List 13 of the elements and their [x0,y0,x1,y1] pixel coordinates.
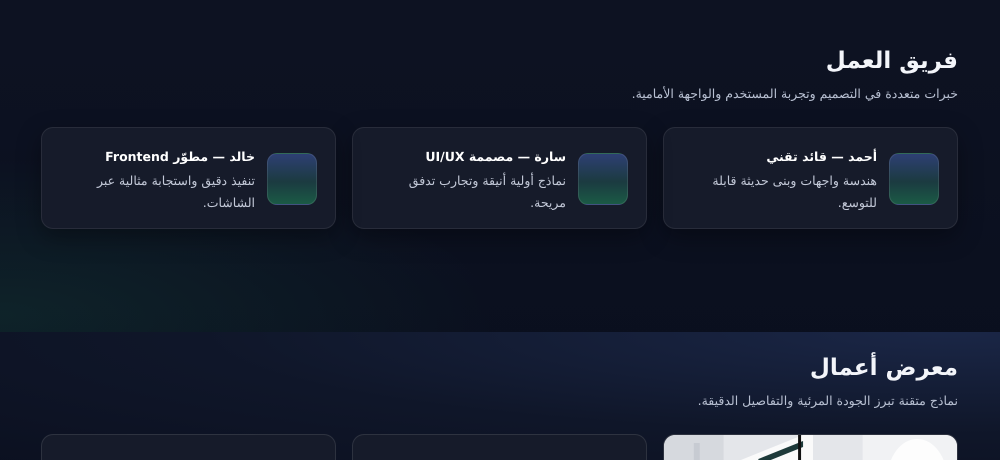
avatar [889,153,939,205]
member-name: خالد — مطوّر Frontend [104,148,255,166]
member-name: سارة — مصممة UI/UX [424,148,566,166]
avatar [578,153,628,205]
member-name: أحمد — قائد تقني [765,148,877,166]
section-title: معرض أعمال [41,353,958,383]
member-bio: هندسة واجهات وبنى حديثة قابلة للتوسع. [711,172,877,212]
section-subtitle: خبرات متعددة في التصميم وتجربة المستخدم والواجهة الأمامية. [630,85,958,103]
avatar [267,153,317,205]
section-subtitle: نماذج متقنة تبرز الجودة المرئية والتفاصيل الدقيقة. [696,392,958,410]
member-bio: تنفيذ دقيق واستجابة مثالية عبر الشاشات. [96,172,255,212]
section-title: فريق العمل [824,47,958,76]
member-bio: نماذج أولية أنيقة وتجارب تدفق مريحة. [408,172,566,212]
